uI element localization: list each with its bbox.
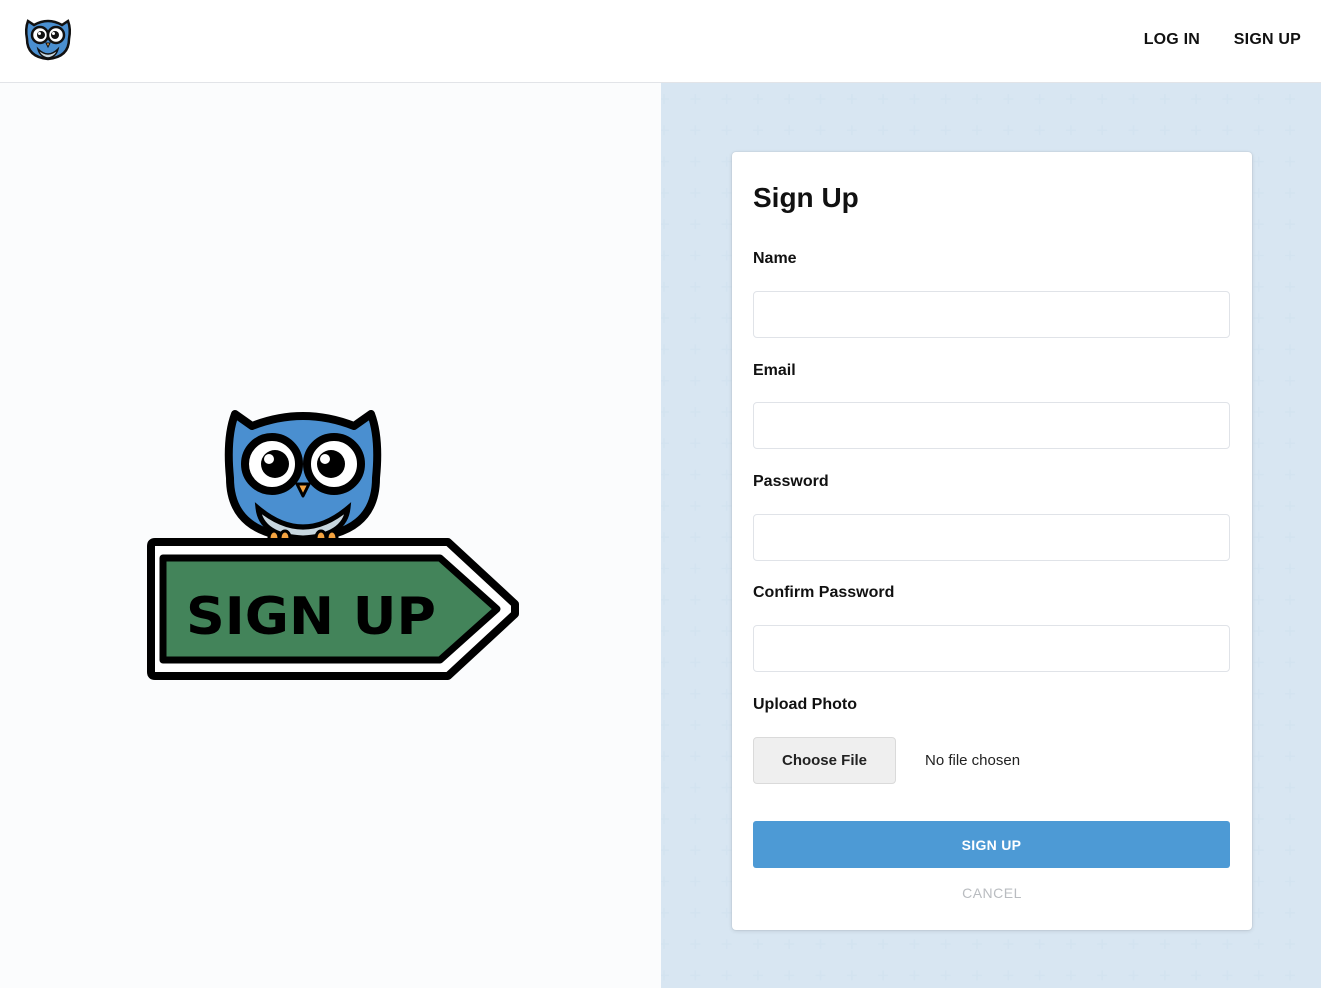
page-title: Sign Up — [753, 182, 859, 213]
sign-up-submit-button[interactable]: SIGN UP — [753, 821, 1230, 868]
choose-file-button[interactable]: Choose File — [753, 737, 896, 784]
nav-signup-link[interactable]: SIGN UP — [1234, 31, 1301, 49]
confirm-password-label: Confirm Password — [753, 584, 895, 601]
signup-form-card: Sign Up Name Email Password Confirm Pass… — [732, 152, 1252, 930]
sign-text: SIGN UP — [186, 587, 436, 647]
owl-sign-up-illustration: SIGN UP — [147, 410, 519, 680]
password-label: Password — [753, 473, 829, 490]
top-navigation-bar: LOG IN SIGN UP — [0, 0, 1321, 83]
upload-photo-label: Upload Photo — [753, 696, 857, 713]
email-field[interactable] — [753, 402, 1230, 449]
email-label: Email — [753, 362, 796, 379]
name-label: Name — [753, 250, 797, 267]
owl-logo-icon[interactable] — [23, 15, 73, 63]
name-field[interactable] — [753, 291, 1230, 338]
nav-login-link[interactable]: LOG IN — [1144, 31, 1200, 49]
file-status-text: No file chosen — [925, 752, 1021, 769]
confirm-password-field[interactable] — [753, 625, 1230, 672]
hero-panel: SIGN UP — [0, 83, 661, 988]
cancel-link[interactable]: CANCEL — [732, 885, 1252, 901]
password-field[interactable] — [753, 514, 1230, 561]
